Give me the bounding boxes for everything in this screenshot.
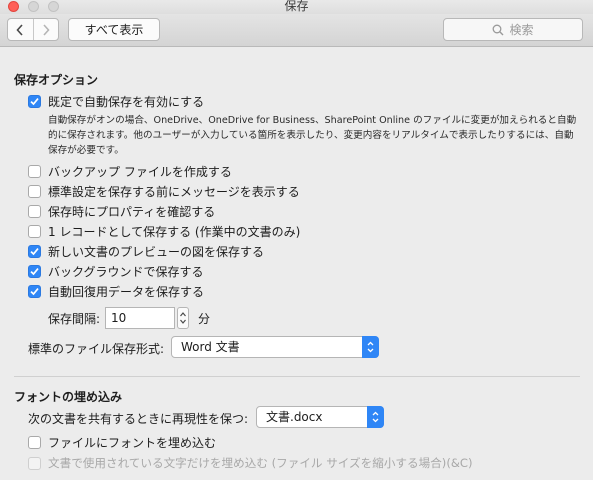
- popup-arrows: [367, 406, 384, 428]
- background-save-checkbox[interactable]: [28, 265, 41, 278]
- preserve-fidelity-label: 次の文書を共有するときに再現性を保つ:: [28, 412, 249, 426]
- popup-arrows: [362, 336, 379, 358]
- embed-used-chars-label: 文書で使用されている文字だけを埋め込む (ファイル サイズを縮小する場合)(&C…: [48, 456, 473, 470]
- forward-button[interactable]: [32, 19, 58, 40]
- prompt-properties-option[interactable]: 保存時にプロパティを確認する: [28, 203, 215, 220]
- toolbar: すべて表示 検索: [0, 14, 593, 47]
- preserve-document-popup[interactable]: 文書.docx: [256, 406, 384, 428]
- save-interval-unit: 分: [198, 312, 211, 326]
- default-format-label: 標準のファイル保存形式:: [28, 342, 165, 356]
- font-embedding-heading: フォントの埋め込み: [14, 390, 123, 404]
- autosave-checkbox[interactable]: [28, 95, 41, 108]
- preferences-content: 保存オプション 既定で自動保存を有効にする 自動保存がオンの場合、OneDriv…: [0, 48, 593, 480]
- preview-picture-label: 新しい文書のプレビューの図を保存する: [48, 245, 265, 259]
- embed-fonts-option[interactable]: ファイルにフォントを埋め込む: [28, 434, 216, 451]
- background-save-label: バックグラウンドで保存する: [48, 265, 204, 279]
- chevron-right-icon: [43, 23, 50, 36]
- search-field[interactable]: 検索: [443, 18, 583, 41]
- single-record-checkbox[interactable]: [28, 225, 41, 238]
- single-record-option[interactable]: 1 レコードとして保存する (作業中の文書のみ): [28, 223, 300, 240]
- embed-fonts-checkbox[interactable]: [28, 436, 41, 449]
- autorecover-label: 自動回復用データを保存する: [48, 285, 205, 299]
- section-divider: [14, 376, 580, 377]
- autorecover-option[interactable]: 自動回復用データを保存する: [28, 283, 204, 300]
- show-all-button[interactable]: すべて表示: [68, 18, 160, 41]
- chevron-updown-icon: [372, 411, 379, 423]
- back-button[interactable]: [8, 19, 33, 40]
- save-interval-label: 保存間隔:: [48, 312, 101, 326]
- autosave-option[interactable]: 既定で自動保存を有効にする: [28, 93, 204, 110]
- embed-used-chars-option: 文書で使用されている文字だけを埋め込む (ファイル サイズを縮小する場合)(&C…: [28, 455, 473, 471]
- checkmark-icon: [30, 268, 39, 276]
- search-placeholder: 検索: [509, 23, 534, 37]
- single-record-label: 1 レコードとして保存する (作業中の文書のみ): [48, 225, 301, 239]
- prompt-properties-label: 保存時にプロパティを確認する: [48, 205, 216, 219]
- prompt-normal-option[interactable]: 標準設定を保存する前にメッセージを表示する: [28, 183, 300, 200]
- preview-picture-option[interactable]: 新しい文書のプレビューの図を保存する: [28, 243, 264, 260]
- prompt-normal-checkbox[interactable]: [28, 185, 41, 198]
- backup-label: バックアップ ファイルを作成する: [48, 165, 232, 179]
- save-options-heading: 保存オプション: [14, 73, 99, 87]
- title-bar: 保存: [0, 0, 593, 14]
- chevron-updown-icon: [367, 341, 374, 353]
- embed-used-chars-checkbox: [28, 456, 41, 470]
- autosave-label: 既定で自動保存を有効にする: [48, 95, 205, 109]
- chevron-left-icon: [16, 23, 24, 36]
- default-format-value: Word 文書: [181, 340, 240, 354]
- preview-picture-checkbox[interactable]: [28, 245, 41, 258]
- background-save-option[interactable]: バックグラウンドで保存する: [28, 263, 204, 280]
- backup-checkbox[interactable]: [28, 165, 41, 178]
- preserve-document-value: 文書.docx: [266, 410, 323, 424]
- checkmark-icon: [30, 248, 39, 256]
- default-format-popup[interactable]: Word 文書: [171, 336, 379, 358]
- backup-option[interactable]: バックアップ ファイルを作成する: [28, 163, 232, 180]
- embed-fonts-label: ファイルにフォントを埋め込む: [48, 436, 217, 450]
- save-interval-stepper[interactable]: [177, 307, 189, 329]
- stepper-arrows-icon: [180, 312, 186, 324]
- autorecover-checkbox[interactable]: [28, 285, 41, 298]
- checkmark-icon: [30, 288, 39, 296]
- save-interval-input[interactable]: 10: [105, 307, 175, 329]
- autosave-description: 自動保存がオンの場合、OneDrive、OneDrive for Busines…: [48, 115, 577, 156]
- window-title: 保存: [284, 0, 309, 13]
- search-icon: [493, 24, 504, 35]
- prompt-properties-checkbox[interactable]: [28, 205, 41, 218]
- checkmark-icon: [30, 98, 39, 106]
- prompt-normal-label: 標準設定を保存する前にメッセージを表示する: [48, 185, 300, 199]
- navigation-group: [7, 18, 59, 41]
